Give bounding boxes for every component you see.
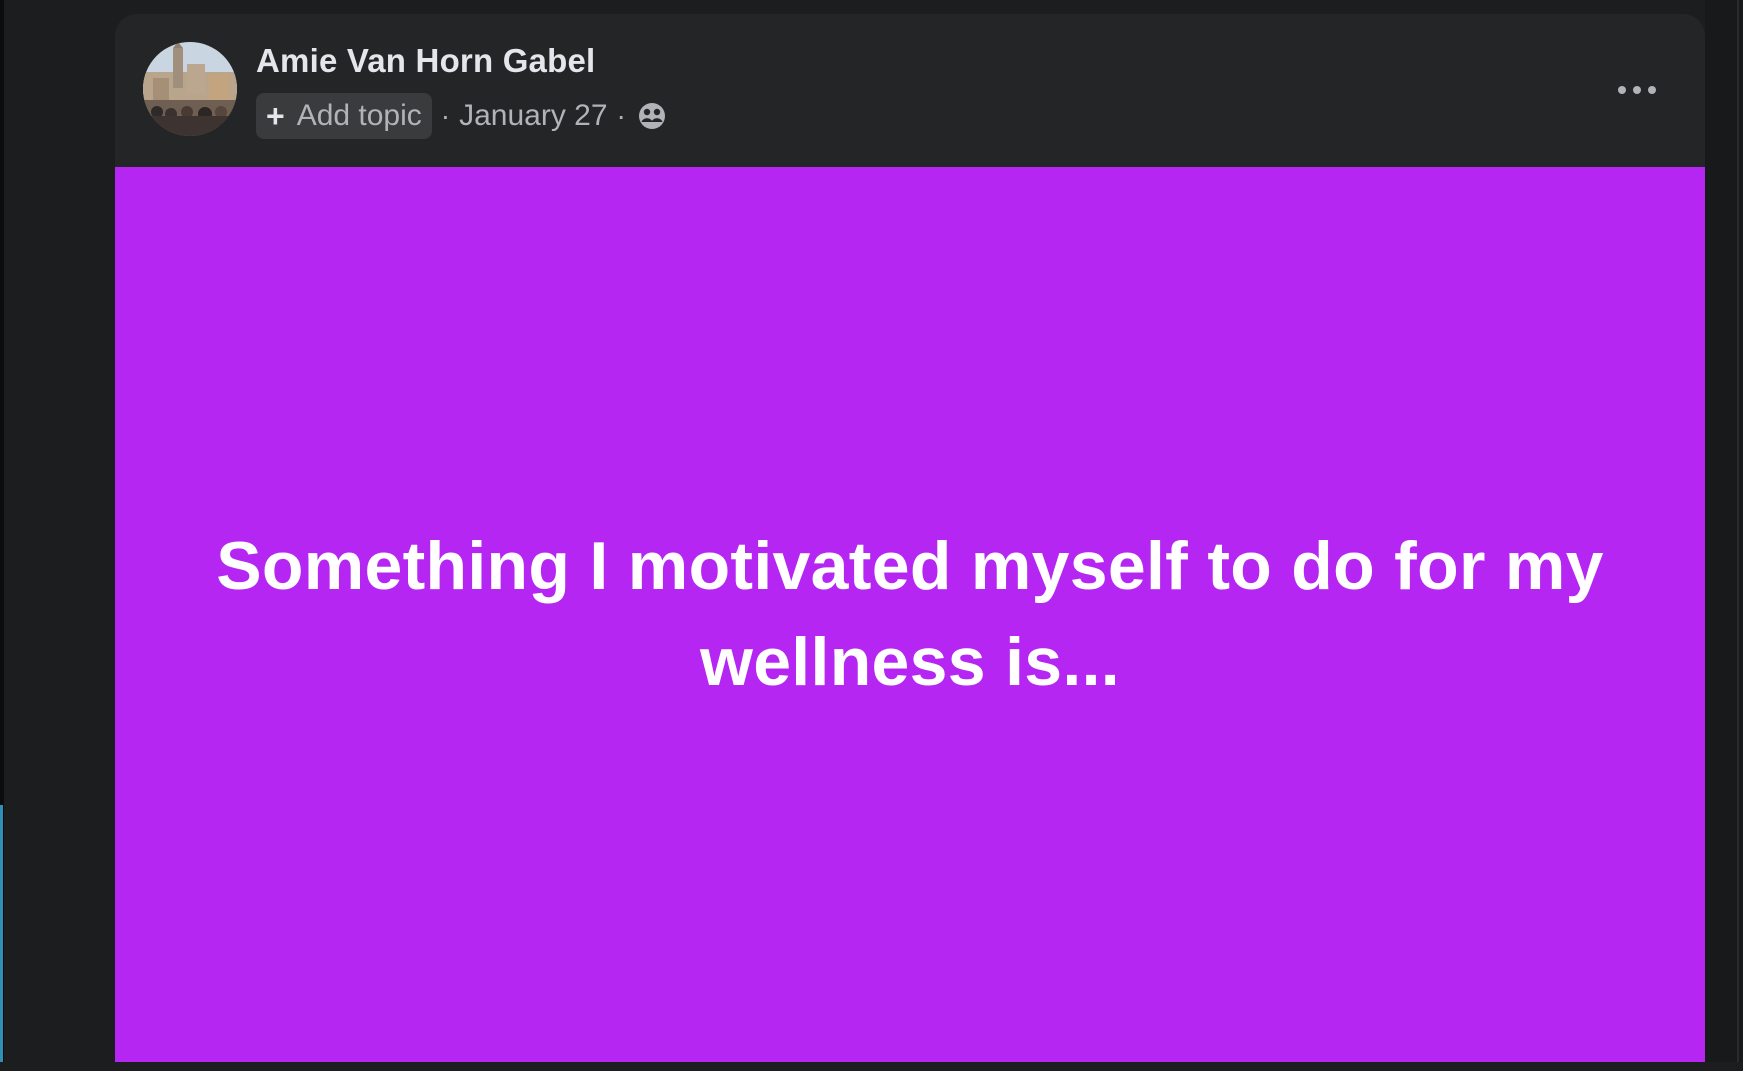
post-card: Amie Van Horn Gabel + Add topic · Januar… xyxy=(115,14,1705,1062)
meta-separator: · xyxy=(440,100,451,131)
post-meta: + Add topic · January 27 · xyxy=(256,93,667,139)
plus-icon: + xyxy=(266,98,285,134)
meta-separator: · xyxy=(616,100,626,131)
right-scrollbar-track[interactable] xyxy=(1737,0,1739,1071)
post-background: Something I motivated myself to do for m… xyxy=(115,167,1705,1062)
friends-icon[interactable] xyxy=(637,101,667,131)
author-name[interactable]: Amie Van Horn Gabel xyxy=(256,42,595,80)
add-topic-label: Add topic xyxy=(296,99,422,132)
left-edge-accent xyxy=(0,805,3,1071)
post-text: Something I motivated myself to do for m… xyxy=(216,527,1604,700)
author-avatar[interactable] xyxy=(143,42,237,136)
add-topic-button[interactable]: + Add topic xyxy=(256,93,432,139)
post-date-link[interactable]: January 27 xyxy=(459,99,607,133)
post-header: Amie Van Horn Gabel + Add topic · Januar… xyxy=(115,14,1705,167)
more-options-icon xyxy=(1618,86,1656,94)
bottom-strip xyxy=(0,1062,1743,1071)
page: Amie Van Horn Gabel + Add topic · Januar… xyxy=(0,0,1743,1071)
avatar-photo xyxy=(143,42,237,136)
more-options-button[interactable] xyxy=(1609,70,1665,110)
